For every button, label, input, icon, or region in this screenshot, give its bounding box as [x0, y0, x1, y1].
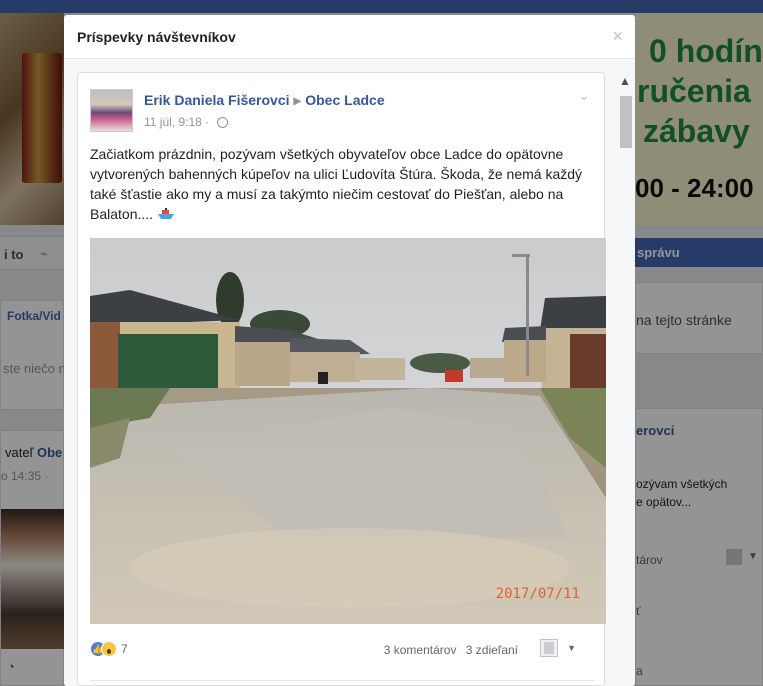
- post-photo[interactable]: 2017/07/11: [90, 238, 606, 624]
- avatar[interactable]: [90, 89, 133, 132]
- scrollbar-thumb[interactable]: [620, 96, 632, 148]
- author-link[interactable]: Erik Daniela Fišerovci: [144, 92, 290, 108]
- post-options-chevron-icon[interactable]: ⌄: [578, 87, 590, 104]
- post-header: Erik Daniela Fišerovci ▶ Obec Ladce: [144, 92, 385, 108]
- reactions-summary[interactable]: 👍 7: [90, 641, 128, 661]
- chevron-down-icon[interactable]: ▼: [567, 643, 576, 653]
- action-bar: [90, 680, 594, 686]
- flooded-street-image: [90, 238, 606, 624]
- meta-separator: ·: [205, 115, 210, 129]
- comments-count-link[interactable]: 3 komentárov: [384, 643, 457, 657]
- visitor-posts-dialog: Príspevky návštevníkov × ▲ Erik Daniela …: [64, 15, 635, 686]
- globe-icon[interactable]: [216, 117, 228, 128]
- dialog-title: Príspevky návštevníkov: [77, 29, 236, 45]
- visitor-post: Erik Daniela Fišerovci ▶ Obec Ladce 11 júl…: [77, 72, 606, 686]
- wow-reaction-icon[interactable]: [101, 641, 117, 657]
- close-icon[interactable]: ×: [612, 27, 623, 45]
- dialog-header: Príspevky návštevníkov ×: [64, 15, 635, 59]
- photo-date-stamp: 2017/07/11: [495, 586, 580, 602]
- post-stats: 3 komentárov 3 zdieľaní: [378, 643, 518, 657]
- boat-emoji-icon: [157, 208, 174, 219]
- post-message: Začiatkom prázdnin, pozývam všetkých oby…: [90, 144, 590, 224]
- arrow-right-icon: ▶: [293, 96, 302, 107]
- shares-count-link[interactable]: 3 zdieľaní: [466, 643, 518, 657]
- post-timestamp[interactable]: 11 júl, 9:18: [144, 115, 202, 129]
- scroll-up-icon[interactable]: ▲: [618, 74, 632, 88]
- target-page-link[interactable]: Obec Ladce: [305, 92, 384, 108]
- reaction-count[interactable]: 7: [121, 642, 128, 656]
- dialog-body: ▲ Erik Daniela Fišerovci ▶ Obec Ladce 11 j…: [64, 60, 635, 686]
- post-meta: 11 júl, 9:18 ·: [144, 115, 228, 129]
- avatar-selector[interactable]: [540, 639, 558, 657]
